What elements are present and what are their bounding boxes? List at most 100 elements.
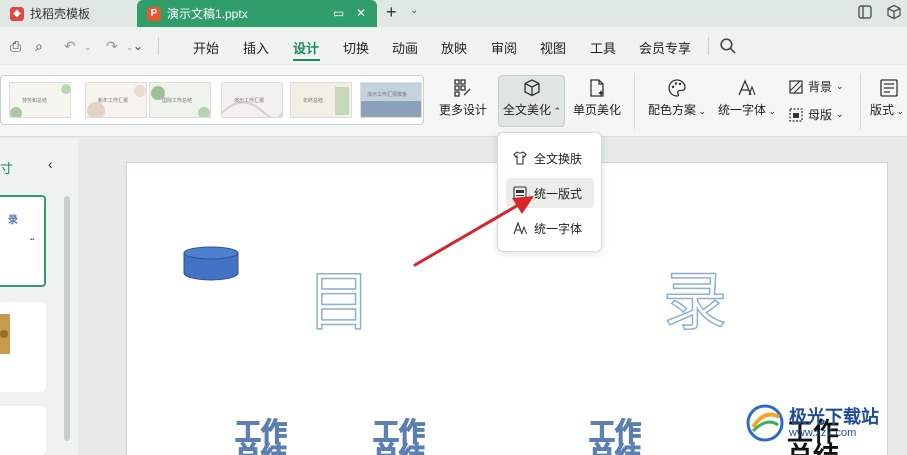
- template-thumbnail[interactable]: 演示工作汇报模板: [360, 82, 422, 118]
- undo-chevron-icon[interactable]: ⌄: [84, 42, 92, 53]
- redo-icon[interactable]: ↷: [106, 38, 118, 55]
- slide-thumbnail-1[interactable]: 录 ▪▪: [0, 195, 46, 287]
- watermark-name: 极光下载站: [789, 407, 879, 427]
- thumbnail-image: [0, 314, 10, 354]
- unify-font-option[interactable]: 统一字体: [506, 213, 594, 243]
- menu-animation[interactable]: 动画: [392, 38, 418, 57]
- slide-subtitle-2[interactable]: 工作 总结: [372, 419, 425, 455]
- panel-scrollbar[interactable]: [64, 196, 70, 441]
- chevron-down-icon: ⌄: [765, 106, 777, 116]
- menu-slideshow[interactable]: 放映: [441, 38, 467, 57]
- divider: [860, 73, 861, 129]
- slide-subtitle-1[interactable]: 工作 总结: [234, 419, 287, 455]
- template-title: 年终总结: [303, 98, 324, 104]
- tab-docer-templates[interactable]: ◆ 找稻壳模板: [0, 0, 134, 27]
- design-template-gallery: 劳务和总结 新年工作汇报 国际工作总结 演示工作汇报 年终总结 演示工作汇报模板: [0, 75, 424, 125]
- landscape-decoration-icon: [361, 83, 421, 117]
- template-title: 新年工作汇报: [98, 98, 129, 104]
- menu-bar: ⎙ ⌕ ↶ ⌄ ↷ ⌄ ⌄ 开始 插入 设计 切换 动画 放映 审阅 视图 工具…: [0, 27, 907, 65]
- docer-logo-icon: ◆: [10, 6, 24, 21]
- print-preview-icon[interactable]: ⌕: [35, 38, 43, 55]
- layout-button[interactable]: 版式 ⌄: [870, 77, 907, 118]
- cube-beautify-icon: [524, 79, 540, 97]
- slide-thumbnail-3[interactable]: [0, 406, 46, 455]
- slide-title-char-1[interactable]: 目: [306, 251, 372, 343]
- chevron-down-icon[interactable]: ⌄: [410, 5, 418, 16]
- template-title: 演示工作汇报模板: [367, 92, 408, 98]
- divider: [158, 37, 159, 55]
- change-skin-option[interactable]: 全文换肤: [506, 143, 594, 173]
- tab-bar: ◆ 找稻壳模板 P 演示文稿1.pptx ▭ ✕ + ⌄: [0, 0, 907, 27]
- template-title: 国际工作总结: [162, 98, 193, 104]
- site-watermark: 极光下载站 www.xz7.com: [745, 403, 879, 443]
- slide-subtitle-3[interactable]: 工作 总结: [588, 419, 641, 455]
- more-design-button[interactable]: 更多设计: [438, 77, 488, 118]
- template-thumbnail[interactable]: 年终总结: [290, 82, 352, 118]
- unify-font-button[interactable]: 统一字体 ⌄: [716, 77, 778, 118]
- template-thumbnail[interactable]: 国际工作总结: [149, 82, 211, 118]
- more-chevron-icon[interactable]: ⌄: [133, 39, 143, 53]
- search-icon[interactable]: [719, 37, 736, 54]
- page-beautify-button[interactable]: 单页美化: [571, 77, 623, 118]
- menu-insert[interactable]: 插入: [243, 38, 269, 57]
- window-layout-icon[interactable]: [857, 4, 873, 20]
- menu-transition[interactable]: 切换: [343, 38, 369, 57]
- full-beautify-button[interactable]: 全文美化 ⌃: [501, 77, 563, 118]
- master-button[interactable]: 母版 ⌄: [788, 106, 844, 123]
- unify-layout-label: 统一版式: [534, 186, 583, 201]
- background-button[interactable]: 背景 ⌄: [788, 78, 844, 95]
- menu-design[interactable]: 设计: [293, 38, 319, 57]
- watermark-url: www.xz7.com: [789, 427, 857, 439]
- collapse-panel-icon[interactable]: ‹: [48, 156, 53, 172]
- font-a-icon: [738, 79, 756, 96]
- template-thumbnail[interactable]: 新年工作汇报: [85, 82, 147, 118]
- chevron-down-icon: ⌄: [695, 106, 707, 116]
- close-tab-icon[interactable]: ✕: [356, 6, 366, 20]
- master-slide-icon: [789, 107, 803, 122]
- change-skin-label: 全文换肤: [534, 151, 583, 166]
- design-ribbon: 劳务和总结 新年工作汇报 国际工作总结 演示工作汇报 年终总结 演示工作汇报模板…: [0, 65, 907, 137]
- slide-thumbnail-2[interactable]: [0, 302, 46, 392]
- full-beautify-label: 全文美化: [502, 103, 551, 117]
- cylinder-shape[interactable]: [182, 245, 242, 281]
- unify-layout-icon: [513, 186, 527, 200]
- color-scheme-label: 配色方案: [647, 103, 696, 117]
- unify-layout-option[interactable]: 统一版式: [506, 178, 594, 208]
- color-scheme-button[interactable]: 配色方案 ⌄: [646, 77, 708, 118]
- tshirt-icon: [513, 151, 527, 165]
- cube-icon[interactable]: [886, 4, 902, 20]
- undo-icon[interactable]: ↶: [64, 38, 76, 55]
- menu-view[interactable]: 视图: [540, 38, 566, 57]
- chevron-down-icon: ⌄: [894, 106, 905, 116]
- layout-label: 版式: [870, 103, 895, 117]
- slide-thumbnail-panel: 寸 ‹ 录 ▪▪: [0, 138, 78, 455]
- background-label: 背景: [808, 80, 833, 94]
- menu-home[interactable]: 开始: [193, 38, 219, 57]
- font-a-icon: [513, 221, 527, 235]
- page-beautify-label: 单页美化: [572, 103, 621, 117]
- aurora-logo-icon: [746, 404, 784, 442]
- tab-label: 找稻壳模板: [30, 7, 91, 21]
- thumbnail-text: 录: [8, 215, 18, 226]
- palette-icon: [668, 79, 686, 97]
- thumbnail-mark: ▪▪: [30, 237, 35, 243]
- chevron-down-icon: ⌄: [836, 81, 844, 91]
- unify-font-label: 统一字体: [534, 221, 583, 236]
- monitor-icon[interactable]: ▭: [333, 6, 344, 20]
- menu-membership[interactable]: 会员专享: [639, 38, 691, 57]
- print-icon[interactable]: ⎙: [10, 38, 21, 55]
- menu-review[interactable]: 审阅: [491, 38, 517, 57]
- master-label: 母版: [808, 108, 833, 122]
- template-thumbnail[interactable]: 劳务和总结: [9, 82, 71, 118]
- ppt-file-icon: P: [147, 6, 161, 21]
- menu-tools[interactable]: 工具: [590, 38, 616, 57]
- panel-title: 寸: [0, 161, 14, 176]
- full-beautify-dropdown: 全文换肤 统一版式 统一字体: [497, 132, 602, 252]
- chevron-up-icon: ⌃: [550, 106, 562, 116]
- template-thumbnail[interactable]: 演示工作汇报: [221, 82, 283, 118]
- tab-label: 演示文稿1.pptx: [167, 7, 248, 21]
- slide-title-char-2[interactable]: 录: [662, 251, 728, 343]
- active-menu-underline: [293, 59, 320, 61]
- chevron-down-icon: ⌄: [836, 109, 844, 119]
- new-tab-icon[interactable]: +: [386, 2, 397, 23]
